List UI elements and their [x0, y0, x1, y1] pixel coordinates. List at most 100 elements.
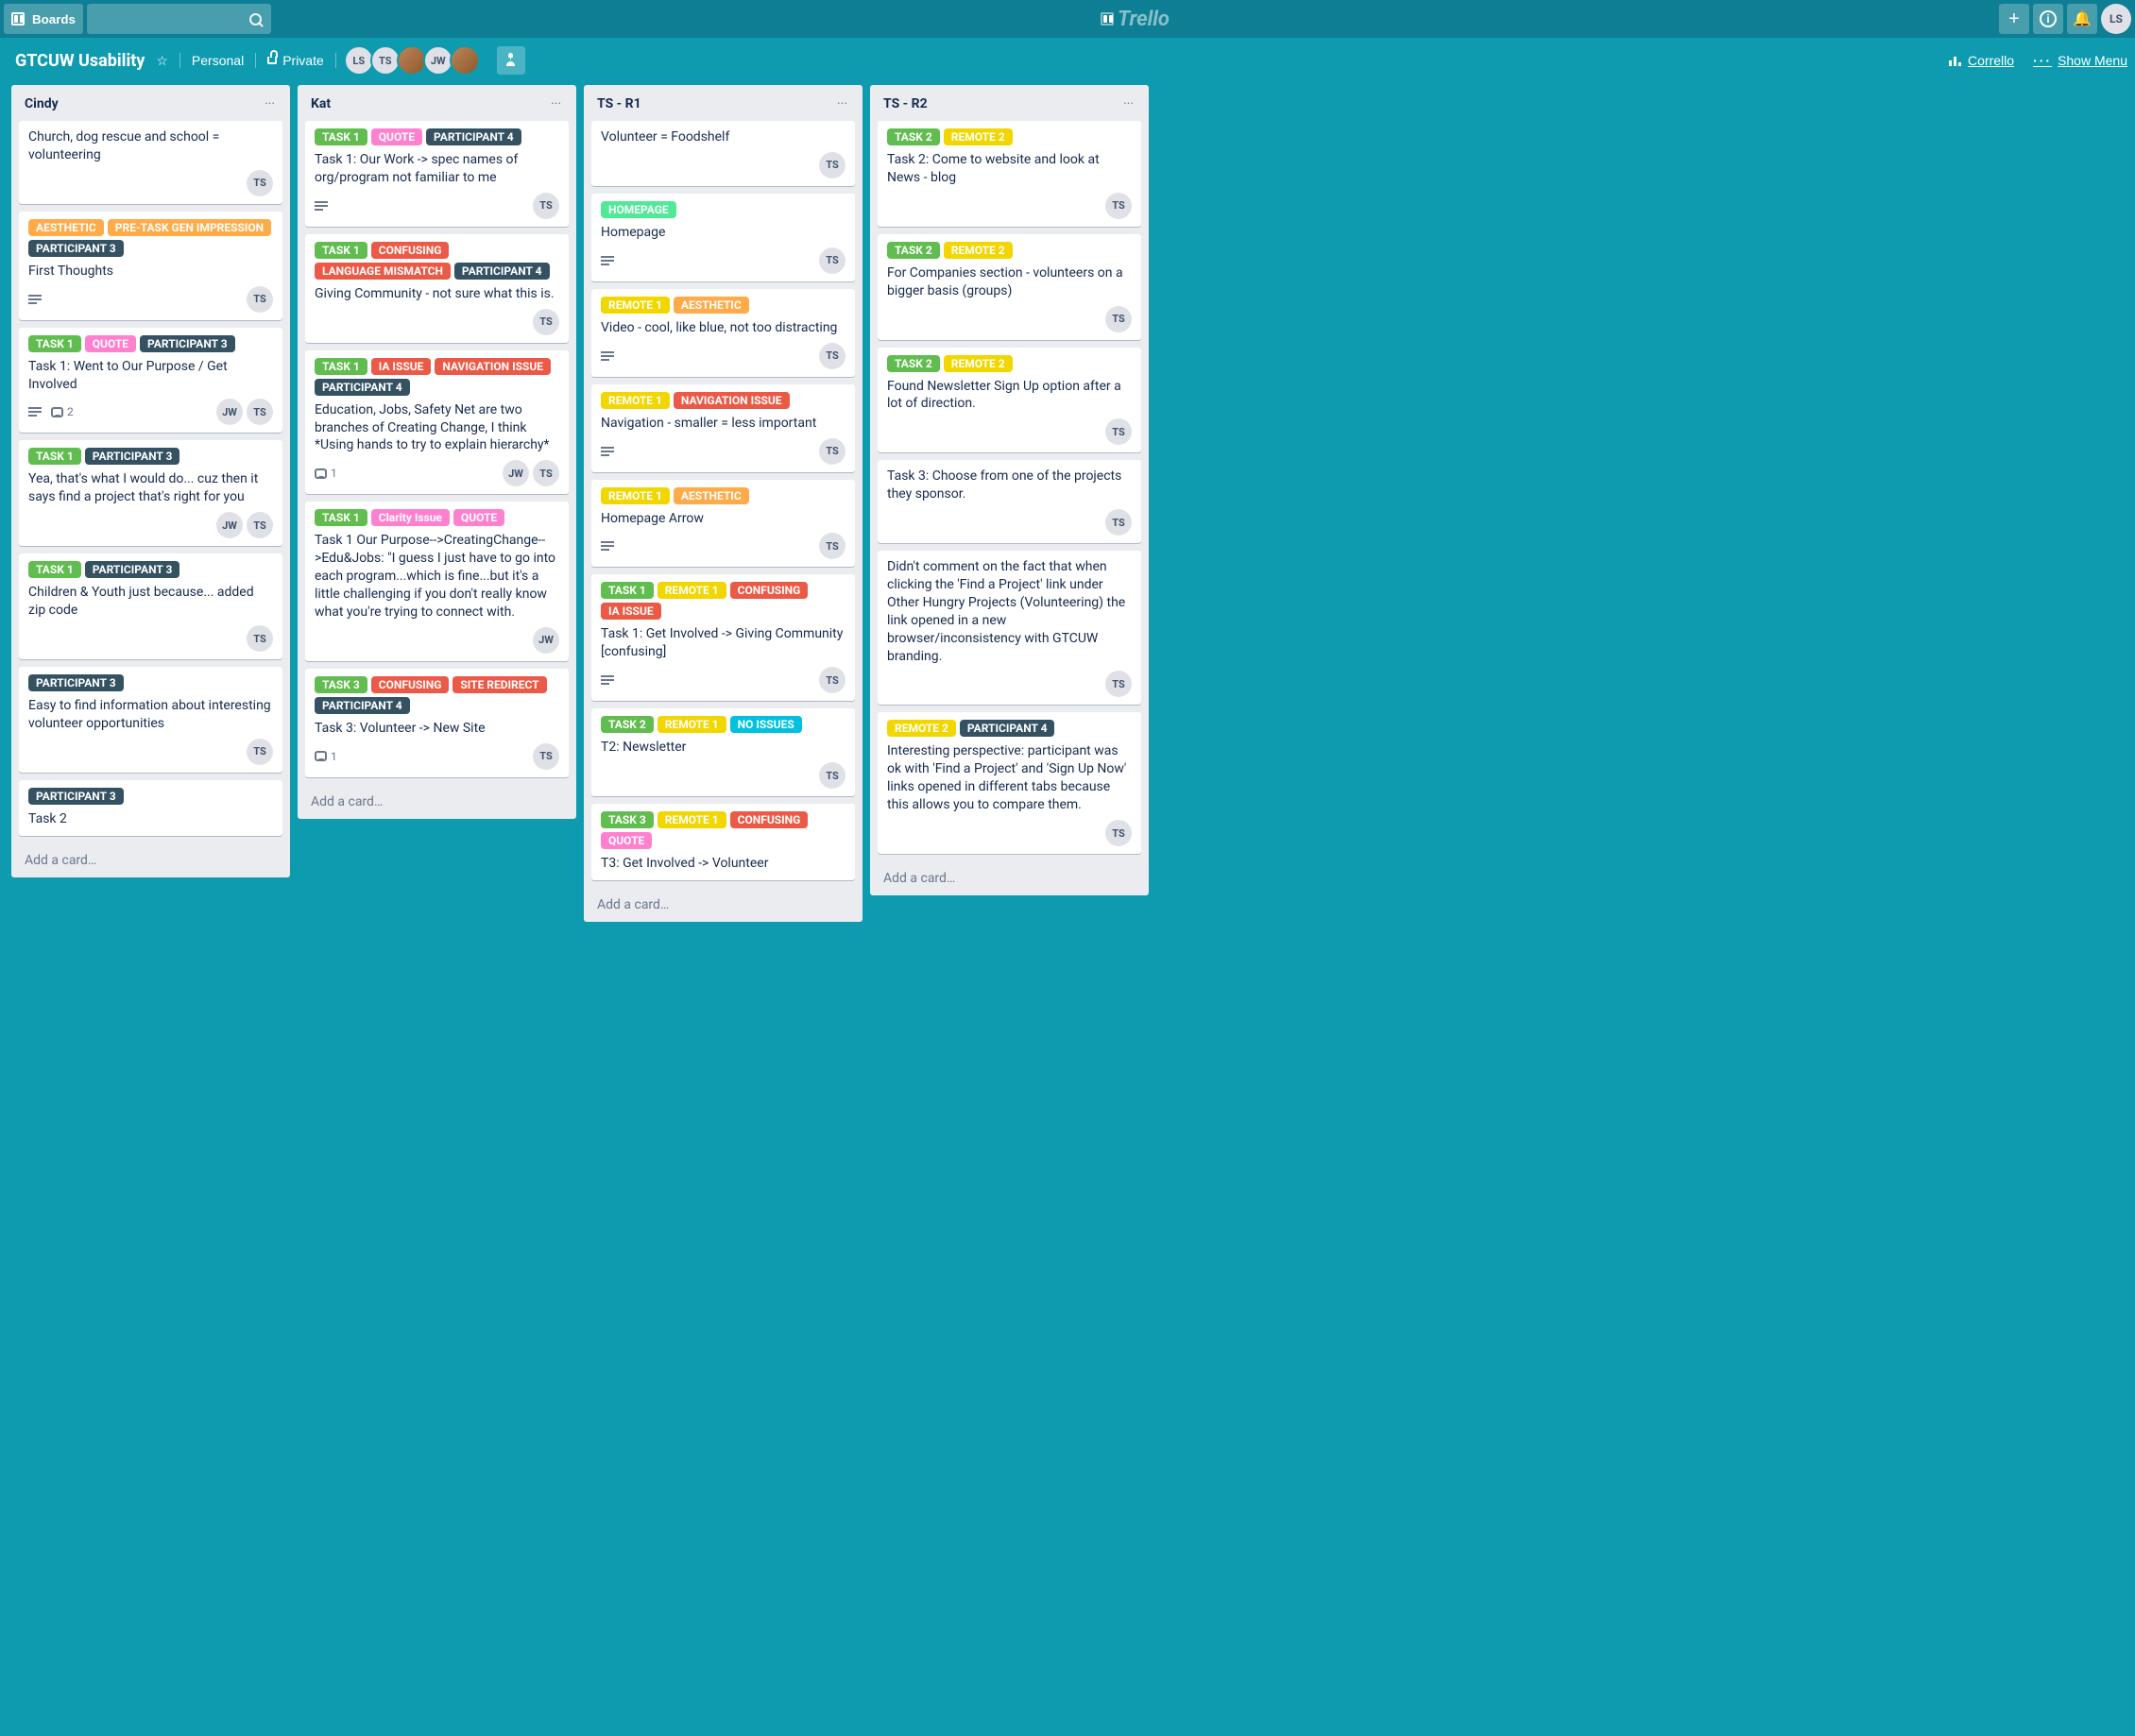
list-menu-button[interactable]: ···	[261, 94, 279, 113]
card-label[interactable]: TASK 1	[315, 128, 367, 145]
visibility-private-button[interactable]: Private	[267, 53, 324, 68]
card-label[interactable]: TASK 2	[887, 242, 940, 259]
card[interactable]: TASK 2REMOTE 1NO ISSUEST2: NewsletterTS	[591, 708, 855, 796]
member-avatar[interactable]	[397, 45, 427, 76]
card-label[interactable]: TASK 1	[601, 582, 654, 599]
card-member-avatar[interactable]: TS	[247, 625, 273, 652]
corrello-link[interactable]: Corrello	[1949, 53, 2014, 68]
card-label[interactable]: NO ISSUES	[730, 716, 802, 733]
show-menu-button[interactable]: ··· Show Menu	[2033, 53, 2127, 68]
card[interactable]: TASK 1QUOTEPARTICIPANT 3Task 1: Went to …	[19, 328, 282, 434]
card-member-avatar[interactable]: JW	[503, 460, 529, 486]
visibility-personal-button[interactable]: Personal	[192, 53, 244, 68]
card[interactable]: TASK 1REMOTE 1CONFUSINGIA ISSUETask 1: G…	[591, 574, 855, 701]
card-label[interactable]: IA ISSUE	[371, 358, 432, 375]
card-label[interactable]: QUOTE	[601, 832, 652, 849]
card-label[interactable]: CONFUSING	[730, 582, 809, 599]
card-label[interactable]: REMOTE 1	[658, 811, 726, 828]
card-label[interactable]: PARTICIPANT 3	[85, 561, 180, 578]
info-button[interactable]: i	[2033, 4, 2063, 34]
card-label[interactable]: PARTICIPANT 3	[85, 448, 180, 465]
card-label[interactable]: TASK 2	[601, 716, 654, 733]
list-menu-button[interactable]: ···	[1119, 94, 1137, 113]
card[interactable]: TASK 2REMOTE 2For Companies section - vo…	[878, 234, 1141, 340]
card[interactable]: REMOTE 1AESTHETICVideo - cool, like blue…	[591, 289, 855, 377]
card-label[interactable]: AESTHETIC	[674, 297, 749, 314]
card[interactable]: TASK 1PARTICIPANT 3Children & Youth just…	[19, 553, 282, 659]
card-label[interactable]: REMOTE 2	[944, 355, 1013, 372]
card-label[interactable]: NAVIGATION ISSUE	[674, 392, 790, 409]
card[interactable]: TASK 2REMOTE 2Found Newsletter Sign Up o…	[878, 348, 1141, 453]
card-label[interactable]: TASK 1	[28, 335, 81, 352]
card-label[interactable]: IA ISSUE	[601, 603, 661, 620]
card-label[interactable]: CONFUSING	[371, 676, 450, 693]
list-title[interactable]: Kat	[311, 96, 547, 111]
card-label[interactable]: PARTICIPANT 4	[315, 379, 410, 396]
card-member-avatar[interactable]: TS	[1105, 306, 1132, 332]
card-member-avatar[interactable]: TS	[1105, 820, 1132, 846]
card-label[interactable]: REMOTE 2	[887, 720, 956, 737]
card[interactable]: REMOTE 2PARTICIPANT 4Interesting perspec…	[878, 712, 1141, 854]
card[interactable]: Task 3: Choose from one of the projects …	[878, 460, 1141, 543]
card-label[interactable]: PARTICIPANT 4	[960, 720, 1055, 737]
card-label[interactable]: PARTICIPANT 3	[28, 674, 124, 691]
card-label[interactable]: TASK 1	[28, 561, 81, 578]
card-label[interactable]: AESTHETIC	[674, 487, 749, 504]
add-card-button[interactable]: Add a card…	[584, 890, 863, 922]
card[interactable]: PARTICIPANT 3Task 2	[19, 780, 282, 836]
card-label[interactable]: REMOTE 1	[601, 297, 670, 314]
list-title[interactable]: Cindy	[25, 96, 261, 111]
card-label[interactable]: SITE REDIRECT	[453, 676, 546, 693]
boards-button[interactable]: Boards	[4, 4, 83, 34]
user-avatar[interactable]: LS	[2101, 4, 2131, 34]
card-member-avatar[interactable]: TS	[819, 247, 845, 274]
card[interactable]: Church, dog rescue and school = voluntee…	[19, 121, 282, 204]
card-member-avatar[interactable]: TS	[1105, 671, 1132, 697]
card-label[interactable]: TASK 1	[315, 242, 367, 259]
add-card-button[interactable]: Add a card…	[870, 863, 1149, 895]
member-avatar[interactable]: TS	[370, 45, 401, 76]
card-label[interactable]: REMOTE 2	[944, 128, 1013, 145]
card-label[interactable]: TASK 2	[887, 355, 940, 372]
card-member-avatar[interactable]: TS	[533, 743, 559, 770]
board-canvas[interactable]: Cindy···Church, dog rescue and school = …	[0, 83, 2135, 1736]
card[interactable]: AESTHETICPRE-TASK GEN IMPRESSIONPARTICIP…	[19, 212, 282, 320]
card-label[interactable]: REMOTE 1	[601, 487, 670, 504]
card-member-avatar[interactable]: JW	[533, 627, 559, 654]
card-member-avatar[interactable]: TS	[819, 343, 845, 369]
card-member-avatar[interactable]: TS	[819, 667, 845, 693]
card-label[interactable]: TASK 2	[887, 128, 940, 145]
card[interactable]: Volunteer = FoodshelfTS	[591, 121, 855, 186]
star-button[interactable]: ☆	[156, 53, 168, 69]
card[interactable]: TASK 1PARTICIPANT 3Yea, that's what I wo…	[19, 440, 282, 546]
card[interactable]: TASK 1CONFUSINGLANGUAGE MISMATCHPARTICIP…	[305, 234, 569, 343]
card-label[interactable]: PARTICIPANT 4	[454, 263, 550, 280]
card-label[interactable]: PRE-TASK GEN IMPRESSION	[108, 219, 271, 236]
invite-button[interactable]	[497, 46, 525, 75]
card-member-avatar[interactable]: TS	[247, 739, 273, 765]
card-label[interactable]: CONFUSING	[730, 811, 809, 828]
card-label[interactable]: QUOTE	[85, 335, 136, 352]
card-label[interactable]: HOMEPAGE	[601, 201, 676, 218]
card[interactable]: REMOTE 1NAVIGATION ISSUENavigation - sma…	[591, 384, 855, 472]
search-input[interactable]	[87, 4, 271, 34]
card-member-avatar[interactable]: JW	[216, 399, 243, 425]
card-label[interactable]: REMOTE 2	[944, 242, 1013, 259]
list-menu-button[interactable]: ···	[547, 94, 565, 113]
card[interactable]: Didn't comment on the fact that when cli…	[878, 551, 1141, 705]
card-label[interactable]: NAVIGATION ISSUE	[435, 358, 551, 375]
card-label[interactable]: PARTICIPANT 4	[426, 128, 521, 145]
card[interactable]: TASK 2REMOTE 2Task 2: Come to website an…	[878, 121, 1141, 227]
card-member-avatar[interactable]: JW	[216, 512, 243, 538]
card-label[interactable]: TASK 3	[315, 676, 367, 693]
card-label[interactable]: CONFUSING	[371, 242, 450, 259]
card-member-avatar[interactable]: TS	[819, 152, 845, 179]
card-label[interactable]: QUOTE	[453, 509, 504, 526]
card-member-avatar[interactable]: TS	[1105, 509, 1132, 536]
member-avatar[interactable]: LS	[344, 45, 374, 76]
card[interactable]: TASK 1IA ISSUENAVIGATION ISSUEPARTICIPAN…	[305, 350, 569, 495]
card-member-avatar[interactable]: TS	[247, 399, 273, 425]
trello-logo[interactable]: Trello	[1101, 8, 1170, 31]
add-card-button[interactable]: Add a card…	[11, 845, 290, 877]
card-label[interactable]: QUOTE	[371, 128, 422, 145]
